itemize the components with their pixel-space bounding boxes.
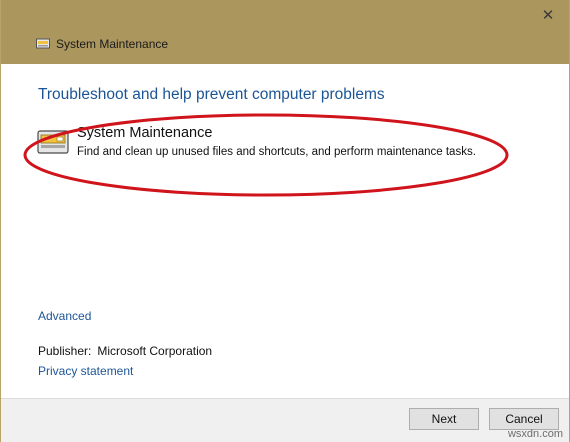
window-title: System Maintenance — [56, 37, 169, 51]
close-icon: ✕ — [541, 7, 555, 24]
close-button[interactable]: ✕ — [537, 4, 559, 26]
system-maintenance-icon — [36, 38, 50, 49]
title-bar[interactable]: ✕ System Maintenance — [1, 0, 569, 64]
page-heading: Troubleshoot and help prevent computer p… — [38, 86, 385, 103]
troubleshooter-window: ✕ System Maintenance Troubleshoot and he… — [0, 0, 570, 442]
privacy-statement-link[interactable]: Privacy statement — [38, 364, 133, 378]
advanced-link[interactable]: Advanced — [38, 309, 91, 323]
publisher-info: Publisher: Microsoft Corporation — [38, 344, 212, 358]
task-title: System Maintenance — [77, 125, 213, 141]
next-button[interactable]: Next — [409, 408, 479, 430]
cancel-button[interactable]: Cancel — [489, 408, 559, 430]
task-system-maintenance[interactable]: System Maintenance Find and clean up unu… — [37, 124, 507, 164]
task-description: Find and clean up unused files and short… — [77, 146, 476, 158]
watermark: wsxdn.com — [507, 428, 563, 440]
publisher-label: Publisher: — [38, 344, 92, 358]
publisher-value: Microsoft Corporation — [97, 344, 213, 358]
system-maintenance-icon — [37, 130, 69, 154]
footer-bar: Next Cancel wsxdn.com — [1, 398, 569, 442]
